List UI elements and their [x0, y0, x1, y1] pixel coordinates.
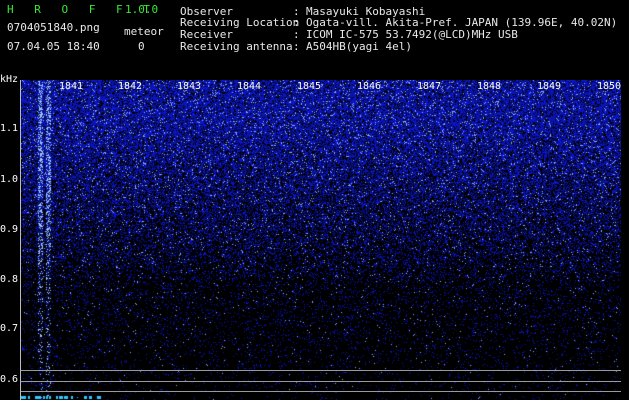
- antenna-sep: :: [293, 40, 300, 53]
- meteor-count: 0: [138, 40, 145, 53]
- x-tick-label: 1844: [237, 81, 262, 92]
- x-tick-label: 1848: [477, 81, 502, 92]
- x-tick-label: 1846: [357, 81, 382, 92]
- grid-line: [21, 391, 621, 392]
- y-tick-label: 0.8: [0, 274, 19, 285]
- x-tick-label: 1842: [118, 81, 143, 92]
- app-version: 1.0.0: [125, 3, 159, 16]
- antenna-value: A504HB(yagi 4el): [306, 40, 412, 53]
- y-tick-label: 1.0: [0, 174, 19, 185]
- antenna-label: Receiving antenna: [180, 40, 293, 53]
- y-tick-label: 0.7: [0, 323, 19, 334]
- grid-line: [21, 370, 621, 371]
- file-datetime: 07.04.05 18:40: [7, 40, 100, 53]
- file-name: 0704051840.png: [7, 21, 100, 34]
- y-axis-unit: kHz: [0, 74, 19, 85]
- y-tick-label: 0.9: [0, 224, 19, 235]
- x-tick-label: 1850: [597, 81, 622, 92]
- x-tick-label: 1849: [537, 81, 562, 92]
- spectrogram: [21, 80, 621, 400]
- x-tick-label: 1841: [59, 81, 84, 92]
- x-tick-label: 1845: [297, 81, 322, 92]
- y-axis-line: [20, 80, 21, 400]
- grid-line: [21, 381, 621, 382]
- y-tick-label: 0.6: [0, 374, 19, 385]
- x-tick-label: 1843: [177, 81, 202, 92]
- spectrogram-canvas: [21, 80, 621, 400]
- meteor-label: meteor: [124, 25, 164, 38]
- y-tick-label: 1.1: [0, 123, 19, 134]
- x-tick-label: 1847: [417, 81, 442, 92]
